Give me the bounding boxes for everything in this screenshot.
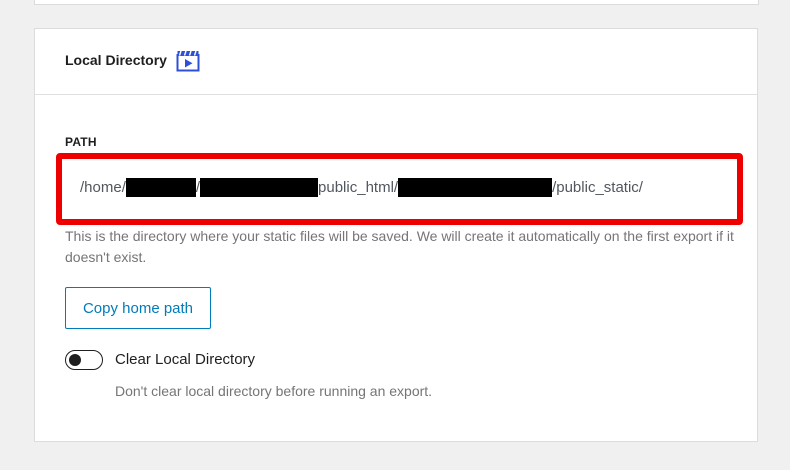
section-title: Local Directory	[65, 51, 167, 68]
toggle-knob	[69, 354, 81, 366]
path-label: PATH	[65, 135, 97, 149]
local-directory-card: Local Directory PATH /home// public_html/…	[34, 28, 758, 442]
card-header: Local Directory	[35, 29, 757, 95]
highlight-box	[56, 153, 743, 225]
toggle-label[interactable]: Clear Local Directory	[115, 351, 255, 368]
video-icon[interactable]	[176, 50, 200, 72]
copy-home-path-button[interactable]: Copy home path	[65, 287, 211, 329]
clear-local-directory-toggle[interactable]	[65, 350, 103, 370]
toggle-help-text: Don't clear local directory before runni…	[115, 383, 433, 399]
path-help-text: This is the directory where your static …	[65, 228, 734, 265]
previous-card-edge	[34, 0, 759, 5]
